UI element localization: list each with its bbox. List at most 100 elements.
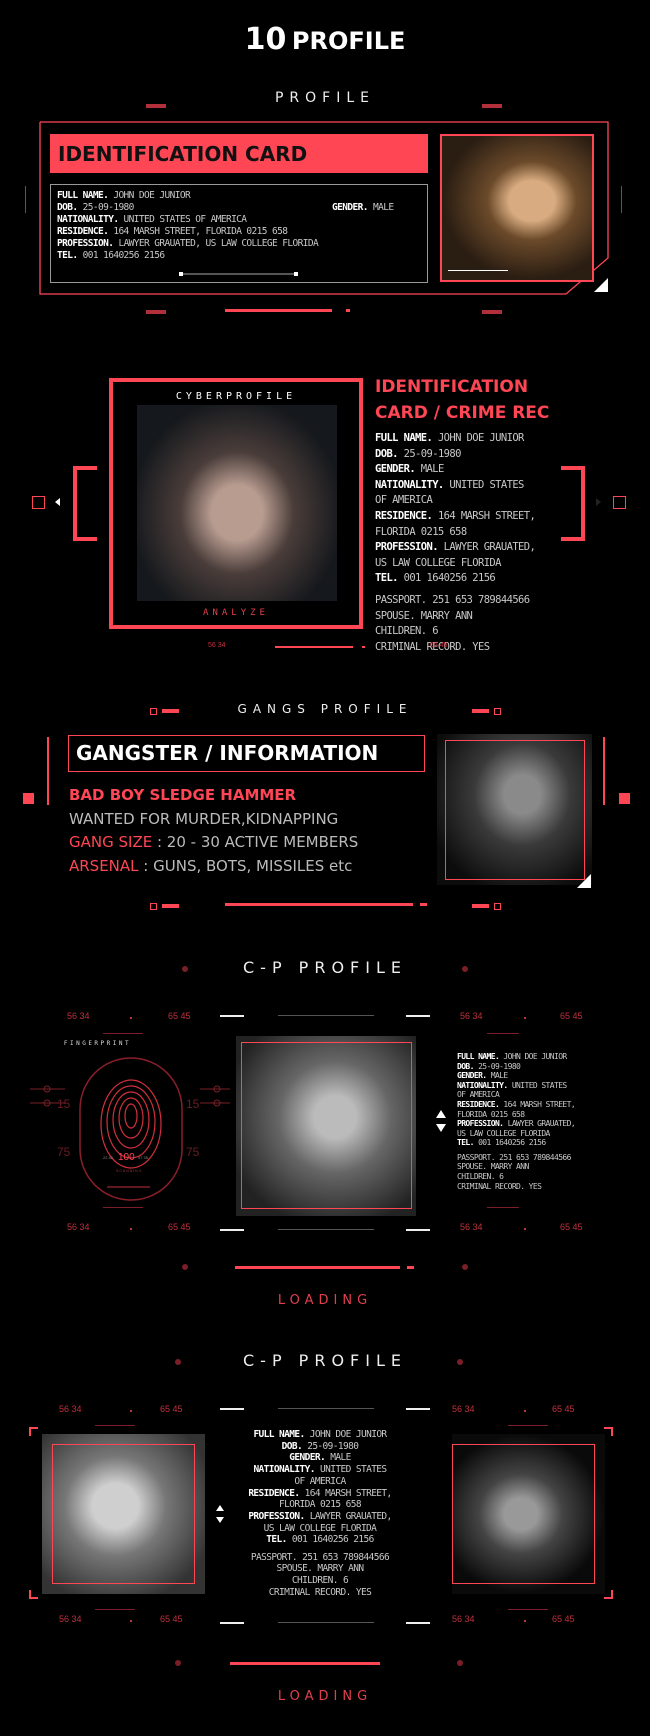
info-line: NATIONALITY. UNITED STATES [220,1464,420,1476]
info-label: DOB. [375,447,398,460]
decor-line [487,1033,519,1034]
gang-size-label: GANG SIZE [69,833,153,851]
corner-bracket [604,1427,613,1436]
gang-size-value: : 20 - 30 ACTIVE MEMBERS [152,833,359,851]
decor-dot [457,1660,463,1666]
scan-right: 47 35 [138,1155,149,1160]
info-label: TEL. [457,1138,474,1148]
info-value: UNITED STATES [507,1080,567,1090]
photo-progress [448,270,508,271]
info-label: FULL NAME. [457,1052,500,1061]
decor-bar [472,904,489,908]
cyberprofile-frame: CYBERPROFILE ANALYZE [109,378,363,629]
analyze-button[interactable]: ANALYZE [113,608,359,618]
decor-dash [406,1229,430,1231]
info-value: OF AMERICA [294,1475,346,1487]
decor-dot [182,966,188,972]
page-title-count: 10 [244,22,287,57]
nav-next-square[interactable] [613,496,626,509]
info-label: PROFESSION. [457,1119,504,1129]
info-line: RESIDENCE. 164 MARSH STREET, FLORIDA 021… [57,226,318,238]
info-line: PROFESSION. LAWYER GRAUATED, [457,1119,576,1129]
decor-bar [162,709,179,713]
face-detect-box [445,740,585,880]
decor-square [150,708,157,715]
info-extra-line: CRIMINAL RECORD. YES [375,641,490,654]
info-label: PROFESSION. [57,238,114,249]
decor-bar [146,104,166,108]
info-line: FULL NAME. JOHN DOE JUNIOR [57,190,318,202]
info-line: FULL NAME. JOHN DOE JUNIOR [457,1052,575,1062]
decor-tick [621,186,622,213]
decor-dot [524,1228,526,1230]
coord-a: 56 34 [67,1011,90,1021]
arrow-down-icon[interactable] [436,1124,446,1132]
info-value: 25-09-1980 [473,1061,521,1071]
decor-square [494,903,501,910]
decor-dash [406,1408,430,1410]
info-extra-line: CRIMINAL RECORD. YES [268,1586,372,1598]
arrow-up-icon[interactable] [436,1110,446,1118]
info-value: JOHN DOE JUNIOR [499,1052,567,1061]
info-extra-line: CRIMINAL RECORD. YES [457,1181,542,1191]
info-value: 001 1640256 2156 [397,572,496,585]
info-label: PROFESSION. [375,541,439,554]
info-value: 001 1640256 2156 [286,1534,375,1546]
coord-a: 56 34 [67,1222,90,1232]
info-line: TEL. 001 1640256 2156 [457,1138,575,1148]
info-label: PROFESSION. [248,1510,305,1522]
decor-dot [462,966,468,972]
info-value: 164 MARSH STREET, [432,509,536,522]
decor-bar [362,646,365,648]
info-label: DOB. [57,202,78,213]
nav-prev-square[interactable] [32,496,45,509]
gender-value: MALE [367,202,394,213]
info-line: US LAW COLLEGE FLORIDA [375,556,535,572]
decor-dash [220,1229,244,1231]
decor-dot [175,1660,181,1666]
crime-record-title-line1: IDENTIFICATION [375,377,529,397]
scale-bottom: 75 [57,1145,71,1159]
info-value: 164 MARSH STREET, [299,1487,393,1499]
info-label: DOB. [457,1061,474,1071]
corner-bracket [604,1590,613,1599]
info-value: 25-09-1980 [302,1440,359,1452]
arrow-left-icon[interactable] [55,498,60,506]
decor-line [508,1425,548,1426]
info-label: FULL NAME. [375,432,433,444]
decor-tick [25,186,26,213]
info-line: RESIDENCE. 164 MARSH STREET, [375,509,536,525]
coord-b: 65 45 [552,1614,575,1624]
info-extra-line: CHILDREN. 6 [375,625,439,638]
decor-line [487,1207,519,1208]
gender-field: GENDER. MALE [332,202,394,213]
coord-a: 56 34 [460,1011,483,1021]
info-value: JOHN DOE JUNIOR [108,190,191,201]
corner-triangle-icon [594,278,608,292]
scan-left: 22 42 [103,1155,114,1160]
info-value: 164 MARSH STREET, [499,1099,576,1109]
info-label: RESIDENCE. [57,226,109,237]
info-extra-line: SPOUSE. MARRY ANN [375,609,473,622]
arrow-right-icon[interactable] [596,498,601,506]
info-label: NATIONALITY. [57,214,119,225]
corner-bracket [29,1427,38,1436]
info-line: GENDER. MALE [457,1071,575,1081]
decor-square [619,793,630,804]
info-line: FLORIDA 0215 658 [457,1110,575,1120]
left-bracket [73,466,97,541]
decor-line [278,1015,374,1016]
decor-dot [130,1228,132,1230]
info-line: FULL NAME. JOHN DOE JUNIOR [375,431,535,447]
info-label: GENDER. [289,1452,326,1464]
info-value: OF AMERICA [375,494,433,507]
scroll-indicator[interactable] [180,273,296,275]
info-line: FLORIDA 0215 658 [220,1499,420,1511]
profile-photo [452,1434,605,1594]
info-value: US LAW COLLEGE FLORIDA [263,1522,377,1534]
coord-b: 65 45 [160,1614,183,1624]
coord-b: 65 45 [168,1222,191,1232]
decor-bar [225,309,332,312]
scale-bottom: 75 [186,1145,200,1159]
info-line: DOB. 25-09-1980 [57,202,318,214]
